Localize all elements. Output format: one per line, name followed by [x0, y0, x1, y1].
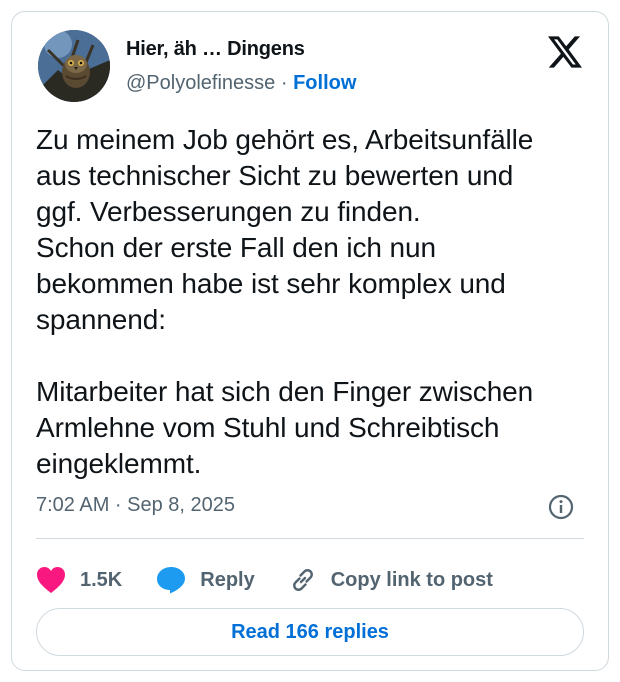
tweet-text: Zu meinem Job gehört es, Arbeitsunfälle … — [36, 124, 534, 479]
owl-avatar-icon — [38, 30, 110, 102]
info-icon[interactable] — [548, 494, 574, 520]
reply-label: Reply — [200, 568, 255, 591]
display-name[interactable]: Hier, äh … Dingens — [126, 38, 305, 61]
likes-count: 1.5K — [80, 568, 123, 591]
reply-button[interactable]: Reply — [156, 566, 255, 594]
read-replies-button[interactable]: Read 166 replies — [36, 608, 584, 656]
reply-bubble-icon — [157, 567, 186, 594]
avatar[interactable] — [38, 30, 110, 102]
follow-button[interactable]: Follow — [293, 72, 356, 94]
handle[interactable]: @Polyolefinesse — [126, 72, 275, 94]
divider — [36, 538, 584, 539]
timestamp[interactable]: 7:02 AM · Sep 8, 2025 — [36, 494, 235, 517]
handle-row: @Polyolefinesse · Follow — [126, 72, 356, 95]
action-bar: 1.5K Reply Copy link to post — [36, 564, 527, 596]
tweet-card: Hier, äh … Dingens @Polyolefinesse · Fol… — [11, 11, 609, 671]
like-button[interactable]: 1.5K — [36, 566, 122, 594]
x-logo-icon[interactable] — [548, 36, 582, 68]
heart-icon — [37, 567, 65, 593]
copy-link-label: Copy link to post — [330, 568, 493, 591]
separator: · — [280, 72, 288, 94]
link-icon — [292, 569, 313, 591]
copy-link-button[interactable]: Copy link to post — [289, 566, 493, 594]
